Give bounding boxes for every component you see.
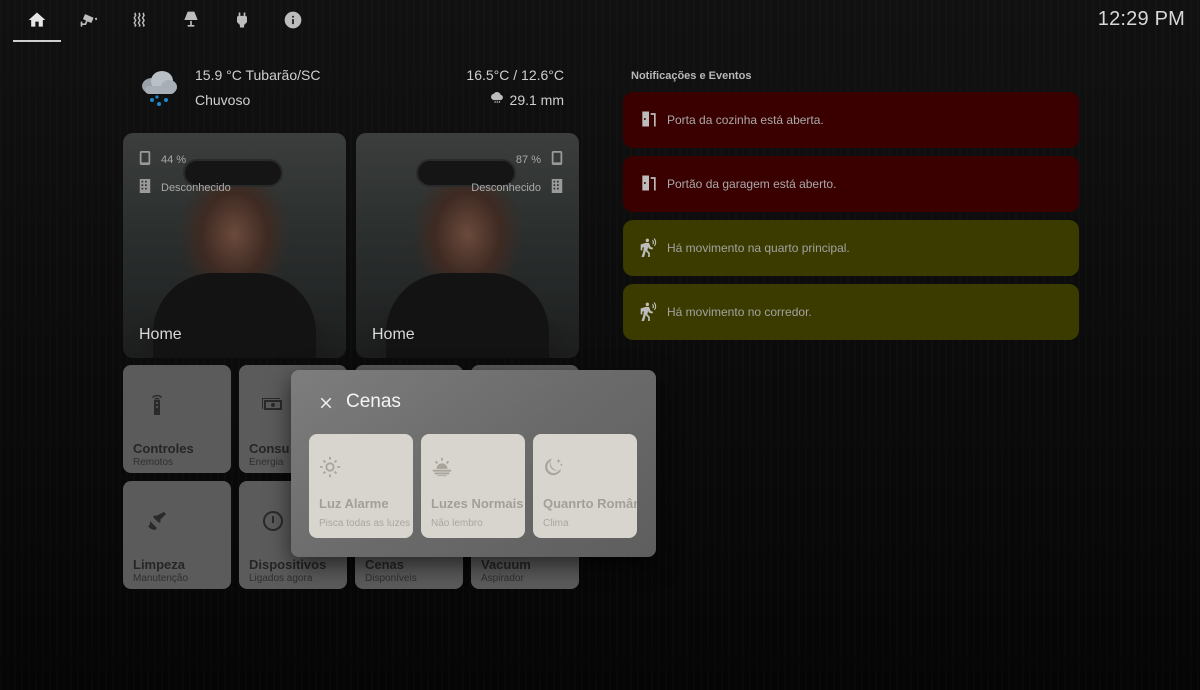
notification-item[interactable]: Há movimento na quarto principal. bbox=[623, 220, 1079, 276]
person-battery: 44 % bbox=[139, 151, 186, 168]
scene-subtitle: Clima bbox=[543, 518, 569, 529]
rain-icon bbox=[490, 92, 504, 108]
nav-radiator-tab[interactable] bbox=[116, 4, 164, 40]
tile-subtitle: Disponíveis bbox=[365, 573, 417, 584]
nav-lamp-tab[interactable] bbox=[167, 4, 215, 40]
person-photo-body bbox=[386, 273, 549, 358]
cctv-icon bbox=[79, 10, 99, 35]
notification-item[interactable]: Portão da garagem está aberto. bbox=[623, 156, 1079, 212]
weather-card[interactable]: 15.9 °C Tubarão/SC Chuvoso 16.5°C / 12.6… bbox=[130, 60, 570, 120]
tile-title: Consu bbox=[249, 441, 290, 456]
person-name: Home bbox=[372, 326, 415, 343]
rain-cloud-icon bbox=[140, 66, 178, 110]
tile-subtitle: Energia bbox=[249, 457, 284, 468]
person-location: Desconhecido bbox=[471, 179, 563, 196]
tile-title: Vacuum bbox=[481, 557, 531, 572]
nav-power-tab[interactable] bbox=[218, 4, 266, 40]
weather-condition: Chuvoso bbox=[195, 92, 251, 108]
door-open-icon bbox=[639, 173, 659, 196]
notification-text: Há movimento na quarto principal. bbox=[667, 241, 850, 255]
notification-text: Há movimento no corredor. bbox=[667, 305, 812, 319]
person-card-2[interactable]: 87 % Desconhecido Home bbox=[356, 133, 579, 358]
cenas-dialog: Cenas Luz Alarme Pisca todas as luzes Lu… bbox=[291, 370, 656, 557]
motion-sensor-icon bbox=[639, 301, 659, 324]
cash-icon bbox=[261, 393, 285, 417]
scene-subtitle: Não lembro bbox=[431, 518, 483, 529]
power-plug-icon bbox=[232, 10, 252, 35]
weather-temperature-location: 15.9 °C Tubarão/SC bbox=[195, 67, 321, 83]
building-icon bbox=[551, 179, 563, 196]
tile-limpeza[interactable]: Limpeza Manutenção bbox=[123, 481, 231, 589]
scene-subtitle: Pisca todas as luzes bbox=[319, 518, 411, 529]
scene-title: Luz Alarme bbox=[319, 496, 389, 511]
close-dialog-button[interactable] bbox=[317, 394, 337, 414]
scene-title: Quanrto Romântico bbox=[543, 496, 637, 511]
person-name: Home bbox=[139, 326, 182, 343]
person-photo-body bbox=[153, 273, 316, 358]
tile-subtitle: Ligados agora bbox=[249, 573, 313, 584]
scene-title: Luzes Normais bbox=[431, 496, 524, 511]
person-location-value: Desconhecido bbox=[471, 181, 541, 194]
tile-title: Dispositivos bbox=[249, 557, 327, 572]
info-icon bbox=[283, 10, 303, 35]
tile-title: Controles bbox=[133, 441, 194, 456]
person-location-value: Desconhecido bbox=[161, 181, 231, 194]
rain-amount: 29.1 mm bbox=[509, 92, 564, 108]
remote-icon bbox=[145, 393, 169, 417]
person-battery: 87 % bbox=[516, 151, 563, 168]
active-tab-indicator bbox=[13, 40, 61, 42]
scene-luz-alarme[interactable]: Luz Alarme Pisca todas as luzes bbox=[309, 434, 413, 538]
tile-title: Limpeza bbox=[133, 557, 186, 572]
person-battery-value: 87 % bbox=[515, 153, 541, 166]
phone-icon bbox=[551, 151, 563, 168]
moon-stars-icon bbox=[543, 456, 565, 478]
sunrise-icon bbox=[431, 456, 453, 478]
weather-rain: 29.1 mm bbox=[490, 92, 564, 108]
notification-item[interactable]: Há movimento no corredor. bbox=[623, 284, 1079, 340]
dialog-title: Cenas bbox=[346, 391, 401, 412]
notifications-title: Notificações e Eventos bbox=[631, 70, 752, 82]
power-icon bbox=[261, 509, 285, 533]
lamp-icon bbox=[181, 10, 201, 35]
close-icon bbox=[317, 397, 335, 416]
radiator-icon bbox=[130, 10, 150, 35]
door-open-icon bbox=[639, 109, 659, 132]
notification-text: Porta da cozinha está aberta. bbox=[667, 113, 824, 127]
nav-cctv-tab[interactable] bbox=[65, 4, 113, 40]
sun-icon bbox=[319, 456, 341, 478]
broom-icon bbox=[145, 509, 169, 533]
tile-subtitle: Remotos bbox=[133, 457, 174, 468]
scene-quarto-romantico[interactable]: Quanrto Romântico Clima bbox=[533, 434, 637, 538]
tile-subtitle: Manutenção bbox=[133, 573, 189, 584]
tile-title: Cenas bbox=[365, 557, 405, 572]
tile-controles[interactable]: Controles Remotos bbox=[123, 365, 231, 473]
notification-item[interactable]: Porta da cozinha está aberta. bbox=[623, 92, 1079, 148]
person-battery-value: 44 % bbox=[161, 153, 187, 166]
clock: 12:29 PM bbox=[1097, 8, 1185, 30]
person-card-1[interactable]: 44 % Desconhecido Home bbox=[123, 133, 346, 358]
weather-temperature-range: 16.5°C / 12.6°C bbox=[466, 67, 564, 83]
home-icon bbox=[27, 10, 47, 35]
person-location: Desconhecido bbox=[139, 179, 231, 196]
top-navigation-bar: 12:29 PM bbox=[0, 0, 1200, 44]
scene-luzes-normais[interactable]: Luzes Normais Não lembro bbox=[421, 434, 525, 538]
motion-sensor-icon bbox=[639, 237, 659, 260]
nav-home-tab[interactable] bbox=[13, 4, 61, 40]
phone-icon bbox=[139, 151, 151, 168]
tile-subtitle: Aspirador bbox=[481, 573, 524, 584]
nav-info-tab[interactable] bbox=[269, 4, 317, 40]
notification-text: Portão da garagem está aberto. bbox=[667, 177, 837, 191]
building-icon bbox=[139, 179, 151, 196]
